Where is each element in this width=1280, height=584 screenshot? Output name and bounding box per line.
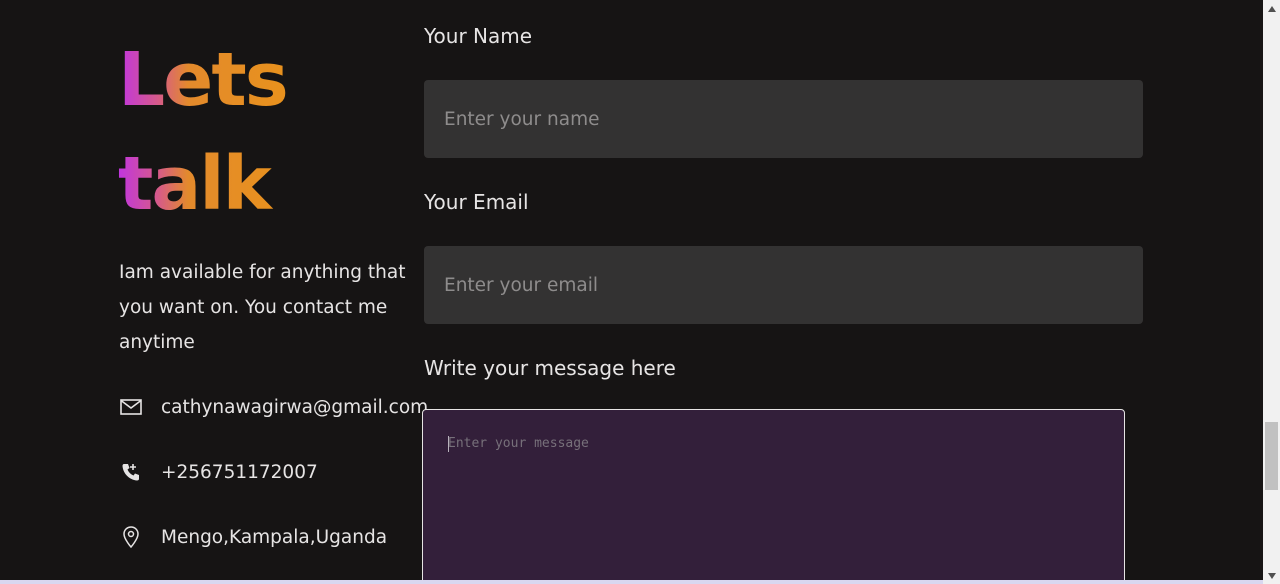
vertical-scrollbar[interactable] xyxy=(1263,0,1280,584)
intro-text: Iam available for anything that you want… xyxy=(119,262,406,353)
contact-phone: +256751172007 xyxy=(161,461,318,483)
text-caret xyxy=(448,436,449,452)
location-pin-icon xyxy=(119,525,143,549)
mail-icon xyxy=(119,395,143,419)
message-label: Write your message here xyxy=(424,356,676,380)
email-input[interactable] xyxy=(424,246,1143,324)
contact-section: Lets talk Iam available for anything tha… xyxy=(0,0,1280,584)
contact-location-row: Mengo,Kampala,Uganda xyxy=(119,522,387,552)
scroll-up-arrow-icon[interactable] xyxy=(1263,0,1280,17)
heading-line-1: Lets xyxy=(118,37,287,123)
lets-talk-heading: Lets talk xyxy=(118,28,418,236)
heading-line-2: talk xyxy=(118,141,270,227)
contact-location: Mengo,Kampala,Uganda xyxy=(161,526,388,548)
scroll-down-arrow-icon[interactable] xyxy=(1263,567,1280,584)
page-bottom-edge xyxy=(0,580,1263,584)
phone-call-icon xyxy=(119,460,143,484)
name-input[interactable] xyxy=(424,80,1143,158)
name-label: Your Name xyxy=(424,24,533,48)
contact-phone-row: +256751172007 xyxy=(119,457,318,487)
message-textarea[interactable] xyxy=(422,409,1125,584)
contact-email: cathynawagirwa@gmail.com xyxy=(161,396,429,418)
contact-email-row: cathynawagirwa@gmail.com xyxy=(119,392,428,422)
email-label: Your Email xyxy=(424,190,529,214)
scrollbar-thumb[interactable] xyxy=(1265,422,1278,490)
